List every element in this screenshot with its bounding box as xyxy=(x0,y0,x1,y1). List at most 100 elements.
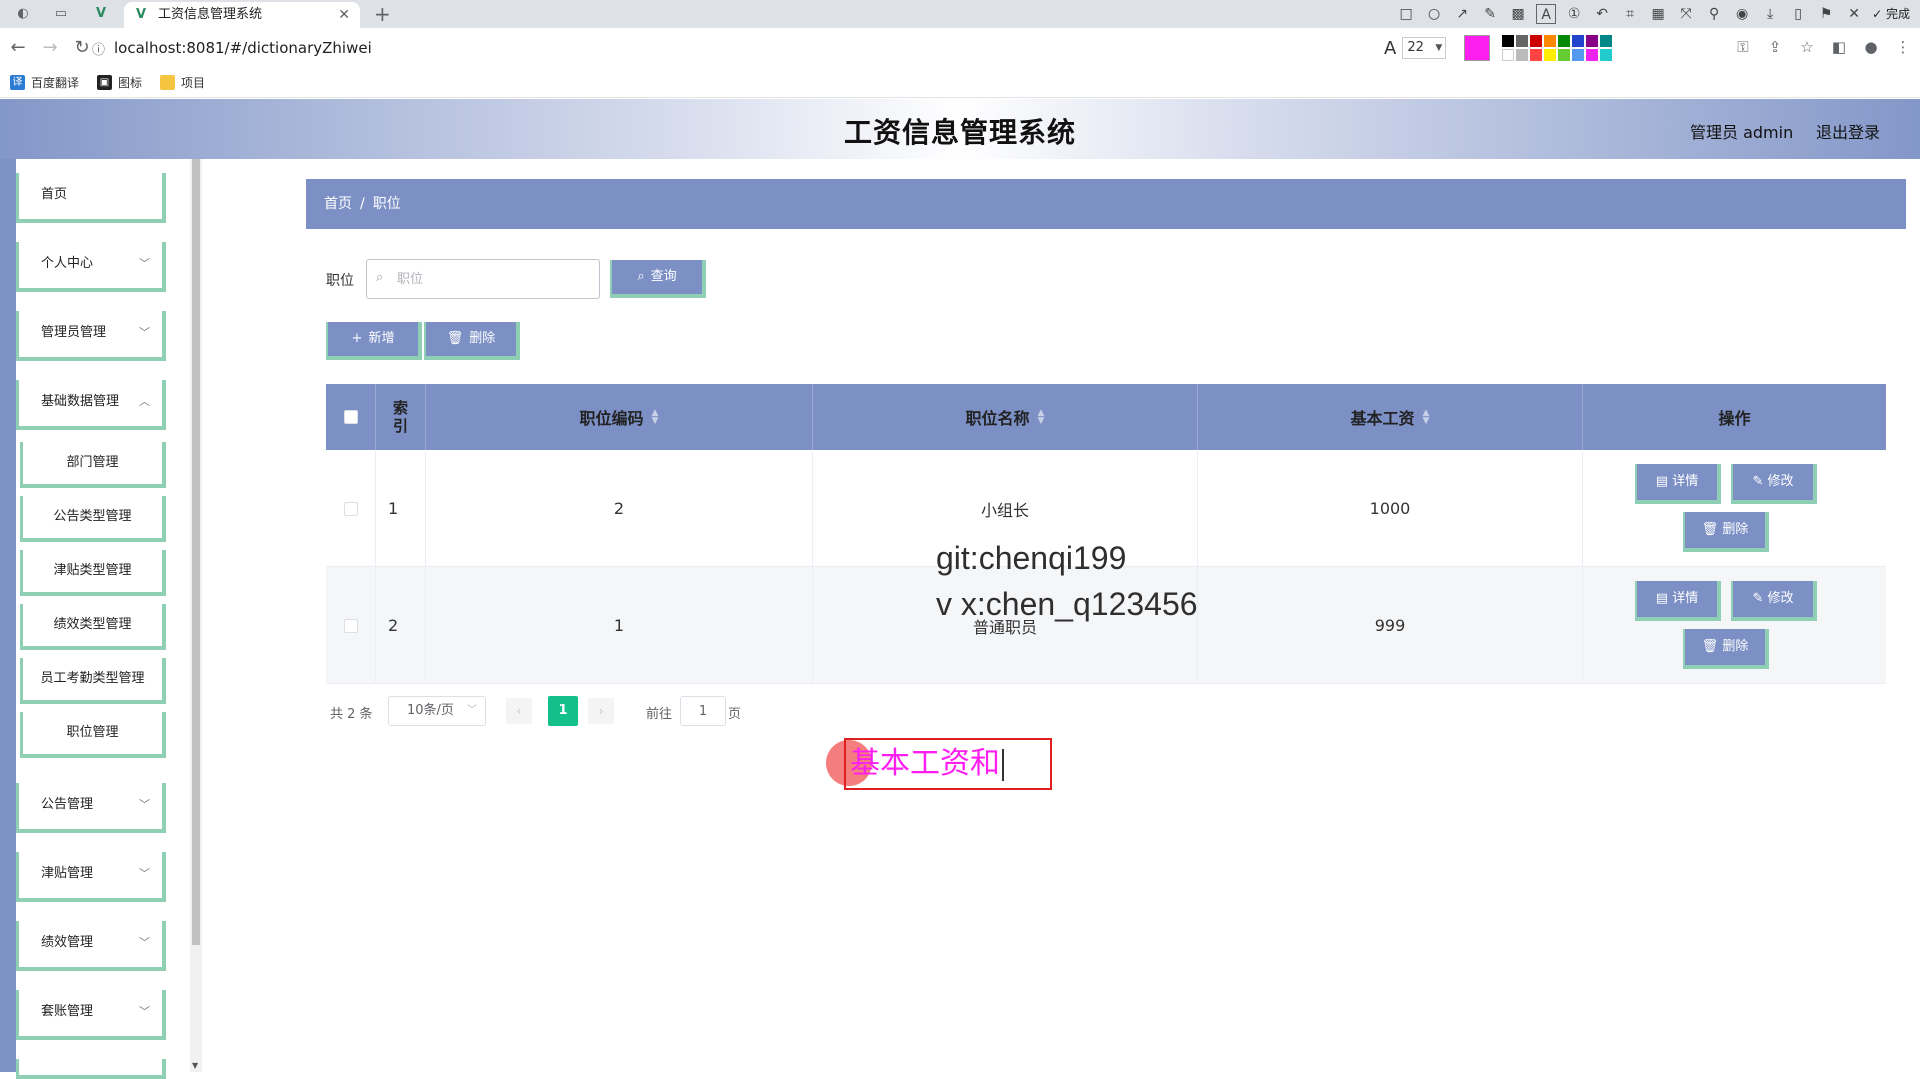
sidepanel-icon[interactable]: ◧ xyxy=(1830,38,1848,56)
index-cell: 2 xyxy=(376,567,426,684)
reload-icon[interactable]: ↻ xyxy=(72,38,92,58)
new-tab-icon[interactable]: + xyxy=(374,2,391,26)
vue-tab-icon[interactable]: V xyxy=(90,4,112,24)
tab-close-icon[interactable]: ✕ xyxy=(338,2,350,28)
sidebar-item-admin-management[interactable]: 管理员管理 ﹀ xyxy=(16,311,166,361)
page-size-select[interactable]: 10条/页 ﹀ xyxy=(388,696,486,726)
mosaic-tool-icon[interactable]: ▩ xyxy=(1508,4,1528,24)
cancel-icon[interactable]: ✕ xyxy=(1844,4,1864,24)
sidebar-item-performance[interactable]: 绩效管理 ﹀ xyxy=(16,921,166,971)
prev-page-icon[interactable]: ‹ xyxy=(506,698,532,724)
color-palette[interactable] xyxy=(1502,35,1613,61)
chevron-down-icon: ﹀ xyxy=(467,705,477,716)
sidebar-item-partial[interactable] xyxy=(16,1059,166,1079)
crop-tool-icon[interactable]: ⌗ xyxy=(1620,4,1640,24)
browser-tab-active[interactable]: V 工资信息管理系统 ✕ xyxy=(124,2,360,28)
current-color-swatch[interactable] xyxy=(1464,35,1491,61)
salary-header[interactable]: 基本工资 ▲ ▼ xyxy=(1198,384,1583,450)
edit-button[interactable]: ✎ 修改 xyxy=(1731,464,1817,504)
record-icon[interactable]: ◉ xyxy=(1732,4,1752,24)
sidebar-item-notice-type[interactable]: 公告类型管理 xyxy=(20,496,166,542)
code-header[interactable]: 职位编码 ▲ ▼ xyxy=(426,384,813,450)
next-page-icon[interactable]: › xyxy=(588,698,614,724)
browser-tab-icon[interactable]: ▭ xyxy=(50,4,72,24)
delete-button[interactable]: 🗑︎ 删除 xyxy=(1683,512,1769,552)
pen-tool-icon[interactable]: ✎ xyxy=(1480,4,1500,24)
batch-delete-button[interactable]: 🗑︎ 删除 xyxy=(424,322,520,360)
rectangle-tool-icon[interactable]: □ xyxy=(1396,4,1416,24)
add-button[interactable]: + 新增 xyxy=(326,322,422,360)
sidebar-item-attendance-type[interactable]: 员工考勤类型管理 xyxy=(20,658,166,704)
copy-icon[interactable]: ▯ xyxy=(1788,4,1808,24)
sort-icon[interactable]: ▲ ▼ xyxy=(652,409,659,426)
back-icon[interactable]: ← xyxy=(8,38,28,58)
bookmark-item[interactable]: 项目 xyxy=(160,74,205,91)
bookmark-item[interactable]: 译 百度翻译 xyxy=(10,74,79,91)
delete-button-label: 删除 xyxy=(469,331,496,346)
chevron-down-icon: ﹀ xyxy=(139,798,150,811)
detail-button[interactable]: ▤ 详情 xyxy=(1635,464,1721,504)
edit-button[interactable]: ✎ 修改 xyxy=(1731,581,1817,621)
pin-icon[interactable]: ⚲ xyxy=(1704,4,1724,24)
sidebar-item-personal-center[interactable]: 个人中心 ﹀ xyxy=(16,242,166,292)
ellipse-tool-icon[interactable]: ○ xyxy=(1424,4,1444,24)
menu-icon[interactable]: ⋮ xyxy=(1894,38,1912,56)
sidebar-item-label: 绩效类型管理 xyxy=(53,617,132,632)
profile-icon[interactable]: ● xyxy=(1862,38,1880,56)
ops-header: 操作 xyxy=(1583,384,1886,450)
goto-page-input[interactable] xyxy=(680,696,726,726)
star-icon[interactable]: ☆ xyxy=(1798,38,1816,56)
sidebar-item-allowance[interactable]: 津贴管理 ﹀ xyxy=(16,852,166,902)
key-icon[interactable]: ⚿ xyxy=(1734,38,1752,56)
bookmark-icon[interactable]: ⚑ xyxy=(1816,4,1836,24)
scroll-capture-icon[interactable]: ⤧ xyxy=(1676,4,1696,24)
sidebar-scroll-thumb[interactable] xyxy=(192,159,200,945)
url-field[interactable]: localhost:8081/#/dictionaryZhiwei xyxy=(114,39,372,57)
sidebar-item-basic-data[interactable]: 基础数据管理 ︿ xyxy=(16,380,166,430)
salary-cell: 1000 xyxy=(1198,450,1583,567)
breadcrumb-home[interactable]: 首页 xyxy=(324,196,352,212)
scroll-down-icon[interactable]: ▼ xyxy=(192,1061,198,1070)
font-size-select[interactable]: 22 xyxy=(1402,37,1447,59)
sidebar-item-home[interactable]: 首页 xyxy=(16,173,166,223)
site-info-icon[interactable]: ⓘ xyxy=(92,39,105,58)
sidebar-item-label: 绩效管理 xyxy=(41,935,94,950)
search-input[interactable] xyxy=(366,259,600,299)
sidebar-item-performance-type[interactable]: 绩效类型管理 xyxy=(20,604,166,650)
translate-tool-icon[interactable]: ▦ xyxy=(1648,4,1668,24)
done-button[interactable]: ✓ 完成 xyxy=(1872,4,1910,24)
annotation-text-box[interactable]: 基本工资和 xyxy=(844,738,1052,790)
browser-tab-icon[interactable]: ◐ xyxy=(12,4,34,24)
text-tool-icon[interactable]: A xyxy=(1536,4,1557,24)
number-tool-icon[interactable]: ① xyxy=(1564,4,1584,24)
share-icon[interactable]: ⇪ xyxy=(1766,38,1784,56)
detail-button[interactable]: ▤ 详情 xyxy=(1635,581,1721,621)
undo-icon[interactable]: ↶ xyxy=(1592,4,1612,24)
sort-icon[interactable]: ▲ ▼ xyxy=(1423,409,1430,426)
sidebar-item-account-set[interactable]: 套账管理 ﹀ xyxy=(16,990,166,1040)
forward-icon[interactable]: → xyxy=(40,38,60,58)
sort-icon[interactable]: ▲ ▼ xyxy=(1038,409,1045,426)
sidebar-item-department[interactable]: 部门管理 xyxy=(20,442,166,488)
sidebar-item-position[interactable]: 职位管理 xyxy=(20,712,166,758)
row-checkbox[interactable] xyxy=(343,618,358,633)
logout-link[interactable]: 退出登录 xyxy=(1816,119,1880,143)
watermark-line-1: git:chenqi199 xyxy=(936,540,1127,576)
sidebar-item-notice[interactable]: 公告管理 ﹀ xyxy=(16,783,166,833)
select-all-checkbox[interactable] xyxy=(343,410,358,424)
ops-header-label: 操作 xyxy=(1718,409,1751,428)
name-header[interactable]: 职位名称 ▲ ▼ xyxy=(813,384,1198,450)
sidebar-item-label: 个人中心 xyxy=(41,256,94,271)
page-number-active[interactable]: 1 xyxy=(548,696,578,726)
query-button[interactable]: ⌕ 查询 xyxy=(610,260,706,298)
arrow-tool-icon[interactable]: ↗ xyxy=(1452,4,1472,24)
row-checkbox[interactable] xyxy=(343,501,358,516)
chevron-up-icon: ︿ xyxy=(139,395,150,408)
sidebar-item-allowance-type[interactable]: 津贴类型管理 xyxy=(20,550,166,596)
delete-button[interactable]: 🗑︎ 删除 xyxy=(1683,629,1769,669)
download-icon[interactable]: ⤓ xyxy=(1760,4,1780,24)
bookmark-item[interactable]: ▣ 图标 xyxy=(97,74,142,91)
document-icon: ▤ xyxy=(1655,474,1673,489)
chevron-down-icon: ﹀ xyxy=(139,1005,150,1018)
sidebar-scrollbar[interactable]: ▼ xyxy=(190,159,202,1072)
